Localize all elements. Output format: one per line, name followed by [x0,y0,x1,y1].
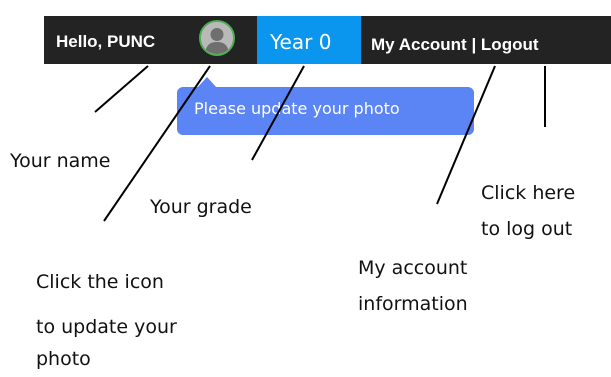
user-greeting: Hello, PUNC [56,32,156,51]
grade-label: Year 0 [270,30,332,54]
user-avatar-icon[interactable] [199,20,235,56]
logout-link[interactable]: Logout [481,35,539,54]
annotation-logout-line1: Click here [481,182,576,204]
annotation-your-name: Your name [10,150,111,172]
name-pointer-line [94,65,149,113]
my-account-link[interactable]: My Account [371,35,467,54]
person-silhouette-icon [201,22,233,54]
annotation-click-icon-line1: Click the icon [36,271,164,293]
tooltip-text: Please update your photo [194,99,400,118]
annotation-account-line1: My account [358,257,468,279]
help-overlay-screenshot: Hello, PUNC Year 0 My Account | Logout P… [0,0,611,377]
annotation-click-icon-line3: photo [36,348,91,370]
annotation-logout-line2: to log out [481,218,573,240]
annotation-account-line2: information [358,293,468,315]
link-separator: | [466,35,481,54]
annotation-your-grade: Your grade [150,196,252,218]
annotation-click-icon-line2: to update your [36,316,177,338]
account-links: My Account | Logout [371,35,539,55]
